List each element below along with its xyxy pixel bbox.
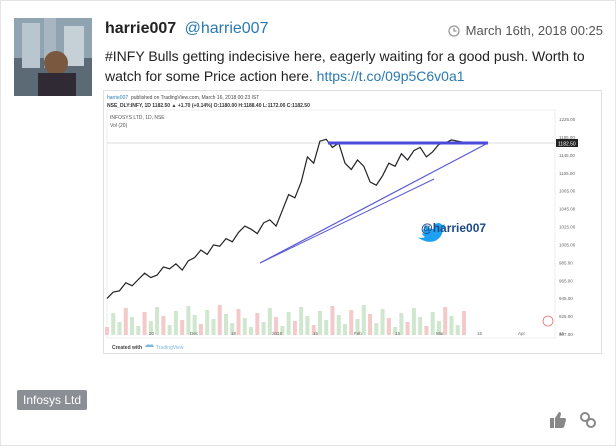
volume-bar (418, 317, 423, 335)
volume-bar (330, 306, 335, 335)
footer-created: Created with (112, 345, 142, 351)
volume-bar (180, 320, 185, 335)
clock-icon (448, 24, 460, 37)
volume-bar (286, 312, 291, 335)
x-tick-label: 20 (149, 331, 155, 336)
x-tick-label: Dec (190, 331, 199, 336)
x-tick-label: 2018 (272, 331, 283, 336)
volume-bar (374, 323, 379, 335)
volume-bar (136, 326, 141, 335)
chart-svg: harrie007 published on TradingView.com, … (104, 91, 601, 353)
post-link[interactable]: https://t.co/09p5C6v0a1 (317, 68, 465, 84)
tag-badge[interactable]: Infosys Ltd (17, 390, 88, 410)
y-tick-label: 1025.00 (559, 225, 576, 230)
x-tick-label: 15 (395, 331, 401, 336)
volume-bar (249, 327, 254, 335)
volume-bar (292, 321, 297, 335)
volume-bar (105, 327, 109, 335)
timestamp-text: March 16th, 2018 00:25 (465, 23, 603, 38)
volume-bar (205, 310, 210, 335)
volume-bar (449, 316, 454, 335)
volume-bar (123, 308, 128, 335)
y-tick-label: 985.00 (559, 260, 573, 265)
x-tick-label: 18 (231, 331, 237, 336)
volume-bar (224, 314, 228, 335)
like-icon[interactable] (549, 411, 567, 429)
volume-bar (305, 316, 310, 335)
timestamp: March 16th, 2018 00:25 (448, 23, 603, 38)
chart-image[interactable]: harrie007 published on TradingView.com, … (103, 90, 602, 354)
volume-bar (361, 305, 366, 335)
price-label: 1182.50 (558, 142, 576, 148)
footer-brand: TradingView (156, 345, 184, 351)
y-tick-label: 1225.00 (559, 117, 576, 122)
volume-bar (324, 320, 329, 335)
volume-bar (299, 307, 304, 335)
y-tick-label: 1045.00 (559, 207, 576, 212)
volume-bar (386, 318, 391, 335)
volume-bar (455, 325, 460, 335)
post-card: harrie007 @harrie007 March 16th, 2018 00… (0, 0, 616, 446)
chart-legend-vol: Vol (20) (110, 123, 128, 129)
volume-bar (462, 311, 466, 335)
volume-bar (261, 322, 266, 335)
link-icon[interactable] (579, 411, 597, 429)
x-tick-label: Feb (354, 331, 362, 336)
y-tick-label: 1005.00 (559, 242, 576, 247)
x-tick-label: 15 (313, 331, 319, 336)
volume-bar (443, 307, 448, 335)
watermark-text: @harrie007 (421, 221, 486, 235)
volume-bar (155, 307, 160, 335)
author-name[interactable]: harrie007 (105, 20, 176, 37)
volume-bar (368, 314, 373, 335)
post-actions (549, 411, 597, 429)
volume-bar (236, 309, 241, 335)
volume-bar (430, 312, 435, 335)
author-line: harrie007 @harrie007 (105, 20, 268, 38)
volume-bar (117, 322, 122, 335)
volume-bar (198, 324, 203, 335)
volume-bar (411, 308, 416, 335)
volume-bar (161, 316, 166, 335)
author-handle[interactable]: @harrie007 (185, 20, 269, 37)
volume-bar (211, 319, 216, 335)
volume-bar (255, 313, 260, 335)
x-tick-label: Apr (518, 331, 526, 336)
volume-bar (173, 311, 178, 335)
volume-bar (380, 309, 385, 335)
chart-publisher: harrie007 (107, 95, 128, 101)
volume-bar (405, 322, 410, 335)
x-tick-label: 15 (477, 331, 483, 336)
volume-bar (349, 310, 354, 335)
chart-ohlc: NSE_DLY:INFY, 1D 1182.50 ▲ +1.70 (+0.14%… (107, 103, 310, 109)
y-tick-label: 965.00 (559, 278, 573, 283)
x-tick-label: 16 (559, 331, 565, 336)
post-text: #INFY Bulls getting indecisive here, eag… (105, 46, 600, 86)
volume-bar (167, 325, 172, 335)
volume-bar (424, 326, 429, 335)
y-tick-label: 1065.00 (559, 189, 576, 194)
avatar[interactable] (14, 18, 92, 96)
y-tick-label: 945.00 (559, 296, 573, 301)
y-tick-label: 925.00 (559, 314, 573, 319)
volume-bar (242, 318, 247, 335)
chart-legend-title: INFOSYS LTD, 1D, NSE (110, 115, 165, 121)
volume-bar (336, 315, 341, 335)
volume-bar (111, 313, 116, 335)
y-tick-label: 1145.00 (559, 153, 575, 158)
x-tick-label: Mar (436, 331, 444, 336)
volume-bar (217, 305, 222, 335)
volume-bar (317, 311, 322, 335)
chart-published-text: published on TradingView.com, March 16, … (131, 95, 259, 101)
volume-bar (130, 317, 135, 335)
y-tick-label: 1105.00 (559, 171, 575, 176)
volume-bar (142, 312, 147, 335)
volume-bar (343, 324, 347, 335)
